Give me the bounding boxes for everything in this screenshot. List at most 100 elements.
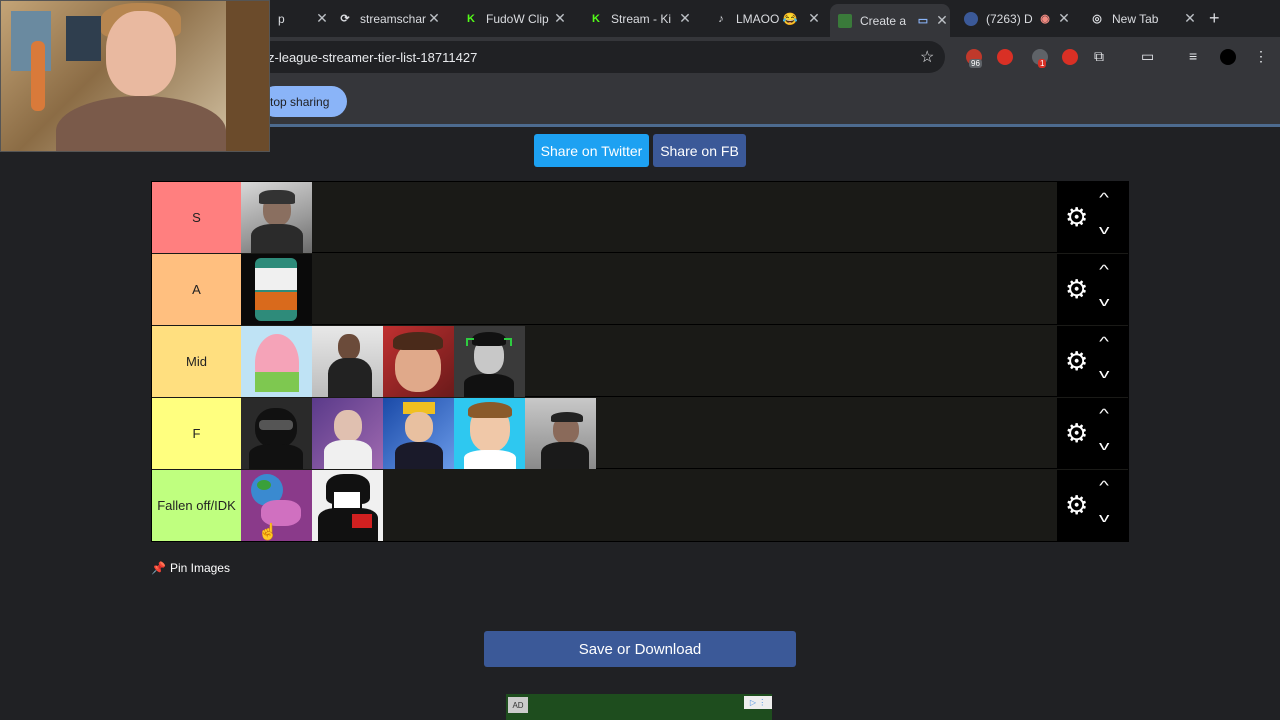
tier-items <box>241 182 312 253</box>
tier-label[interactable]: S <box>152 182 241 253</box>
tab-title: p <box>278 11 285 26</box>
close-tab-icon[interactable]: ✕ <box>426 10 442 27</box>
tier-label[interactable]: F <box>152 398 241 469</box>
gear-icon[interactable]: ⚙ <box>1065 204 1088 230</box>
profile-avatar[interactable] <box>1220 49 1236 65</box>
tier-item-image[interactable] <box>241 254 312 325</box>
share-twitter-button[interactable]: Share on Twitter <box>534 134 649 167</box>
tab-title: Create a <box>860 13 907 28</box>
gear-icon[interactable]: ⚙ <box>1065 276 1088 302</box>
bookshelf <box>226 1 269 151</box>
tab-title: (7263) D <box>986 11 1033 26</box>
tier-item-image[interactable] <box>383 326 454 397</box>
gear-icon[interactable]: ⚙ <box>1065 492 1088 518</box>
tab-title: FudoW Clip <box>486 11 549 26</box>
tab-title: Stream - Ki <box>611 11 672 26</box>
close-tab-icon[interactable]: ✕ <box>677 10 693 27</box>
tier-item-image[interactable] <box>525 398 596 469</box>
chevron-up-icon[interactable]: ^ <box>1099 406 1109 421</box>
tier-item-image[interactable] <box>312 470 383 541</box>
hand-cursor-icon: ☝ <box>258 524 278 541</box>
tier-controls: ⚙ ^ v <box>1057 470 1128 541</box>
chevron-down-icon[interactable]: v <box>1099 510 1109 525</box>
tier-item-image[interactable] <box>454 398 525 469</box>
streamschar-icon: ⟳ <box>340 13 350 25</box>
cast-icon[interactable]: ▭ <box>1141 48 1154 65</box>
share-fb-button[interactable]: Share on FB <box>653 134 746 167</box>
gear-icon[interactable]: ⚙ <box>1065 348 1088 374</box>
close-tab-icon[interactable]: ✕ <box>1056 10 1072 27</box>
tier-item-image[interactable] <box>241 326 312 397</box>
tier-row-a: A ⚙ ^ v <box>152 254 1128 325</box>
tier-row-mid: Mid ⚙ ^ v <box>152 326 1128 397</box>
tier-controls: ⚙ ^ v <box>1057 182 1128 253</box>
tier-controls: ⚙ ^ v <box>1057 326 1128 397</box>
tier-row-fallen-off: Fallen off/IDK ⚙ ^ v <box>152 470 1128 541</box>
close-tab-icon[interactable]: ✕ <box>806 10 822 27</box>
bookmark-star-icon[interactable]: ☆ <box>920 47 934 67</box>
url-text[interactable]: z-league-streamer-tier-list-18711427 <box>268 50 477 65</box>
tab-6[interactable]: Create a ▭ ✕ <box>830 4 950 37</box>
wall-poster <box>66 16 101 61</box>
ad-tag: AD <box>508 697 528 713</box>
person-face <box>106 11 176 96</box>
tier-label[interactable]: Mid <box>152 326 241 397</box>
tiermaker-icon <box>838 13 852 28</box>
chevron-up-icon[interactable]: ^ <box>1099 262 1109 277</box>
extension-icon[interactable] <box>1062 49 1078 65</box>
adchoices-icon[interactable]: ▷ ⋮ <box>744 696 772 709</box>
tab-8[interactable]: ◎ New Tab ✕ <box>1082 6 1198 31</box>
chevron-down-icon[interactable]: v <box>1099 294 1109 309</box>
tab-3[interactable]: K FudoW Clip ✕ <box>456 6 568 31</box>
tier-item-image[interactable] <box>241 182 312 253</box>
chevron-up-icon[interactable]: ^ <box>1099 478 1109 493</box>
tier-controls: ⚙ ^ v <box>1057 254 1128 325</box>
close-tab-icon[interactable]: ✕ <box>314 10 330 27</box>
tier-row-s: S ⚙ ^ v <box>152 182 1128 253</box>
tier-row-f: F ⚙ ^ v <box>152 398 1128 469</box>
pin-images-toggle[interactable]: 📌 Pin Images <box>151 561 230 575</box>
extension-badge: 1 <box>1038 59 1047 68</box>
new-tab-icon[interactable]: + <box>1209 8 1220 29</box>
screen-share-icon: ▭ <box>917 15 929 27</box>
tab-title: streamschar <box>360 11 426 26</box>
skateboard <box>31 41 45 111</box>
media-icon[interactable]: ≡ <box>1189 48 1197 64</box>
save-download-button[interactable]: Save or Download <box>484 631 796 667</box>
chevron-down-icon[interactable]: v <box>1099 366 1109 381</box>
chevron-down-icon[interactable]: v <box>1099 222 1109 237</box>
chevron-down-icon[interactable]: v <box>1099 438 1109 453</box>
tiktok-icon: ♪ <box>718 12 724 25</box>
pin-images-label: Pin Images <box>169 561 230 575</box>
close-tab-icon[interactable]: ✕ <box>934 12 950 29</box>
chevron-up-icon[interactable]: ^ <box>1099 190 1109 205</box>
tier-item-image[interactable] <box>383 398 454 469</box>
tier-item-image[interactable] <box>312 398 383 469</box>
tier-items <box>241 326 525 397</box>
chevron-up-icon[interactable]: ^ <box>1099 334 1109 349</box>
extension-badge: 96 <box>969 59 982 68</box>
tier-controls: ⚙ ^ v <box>1057 398 1128 469</box>
tab-2[interactable]: ⟳ streamschar ✕ <box>330 6 442 31</box>
ad-banner[interactable] <box>506 694 772 720</box>
close-tab-icon[interactable]: ✕ <box>552 10 568 27</box>
stop-sharing-button[interactable]: top sharing <box>260 86 347 117</box>
close-tab-icon[interactable]: ✕ <box>1182 10 1198 27</box>
tab-7[interactable]: (7263) D ◉ ✕ <box>956 6 1072 31</box>
extension-icon[interactable] <box>997 49 1013 65</box>
tab-4[interactable]: K Stream - Ki ✕ <box>581 6 693 31</box>
puzzle-icon[interactable]: ⧉ <box>1094 48 1104 65</box>
tier-item-image[interactable] <box>454 326 525 397</box>
tier-label[interactable]: Fallen off/IDK <box>152 470 241 541</box>
tab-5[interactable]: ♪ LMAOO 😂 ✕ <box>706 6 822 31</box>
menu-icon[interactable]: ⋮ <box>1254 48 1268 65</box>
kick-icon: K <box>592 12 600 25</box>
person-shirt <box>56 96 226 151</box>
tier-label[interactable]: A <box>152 254 241 325</box>
webcam-overlay <box>0 0 270 152</box>
tier-item-image[interactable] <box>312 326 383 397</box>
tier-item-image[interactable] <box>241 398 312 469</box>
gear-icon[interactable]: ⚙ <box>1065 420 1088 446</box>
tier-items <box>241 254 312 325</box>
tab-1[interactable]: p ✕ <box>270 6 330 31</box>
